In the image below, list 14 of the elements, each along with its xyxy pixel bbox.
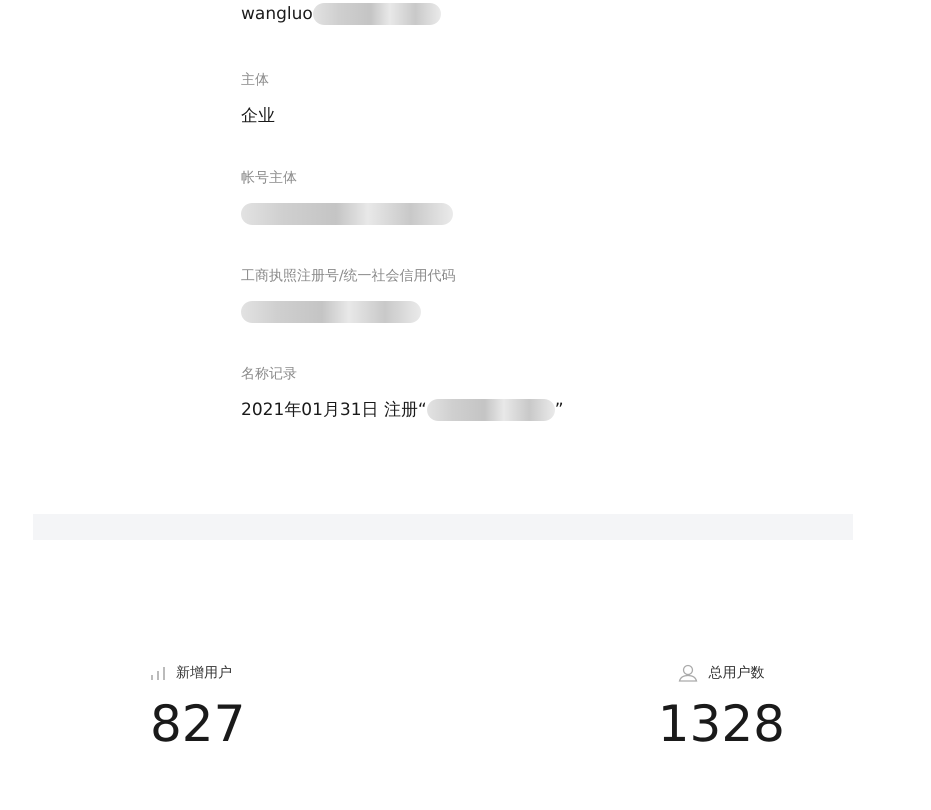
user-icon: [678, 664, 698, 682]
stat-label: 新增用户: [176, 664, 232, 682]
field-value: 2021年01月31日 注册“: [241, 399, 427, 422]
stat-label: 总用户数: [708, 664, 764, 682]
stat-value: 827: [150, 696, 246, 752]
field-label: 主体: [241, 71, 270, 90]
field-label: 工商执照注册号/统一社会信用代码: [241, 267, 457, 286]
field-value: wangluo: [241, 3, 313, 26]
stat-value: 1328: [658, 696, 785, 752]
field-value: 企业: [241, 105, 275, 128]
field-label: 帐号主体: [241, 169, 298, 188]
field-label: 名称记录: [241, 365, 298, 384]
field-value: ”: [554, 399, 564, 422]
bar-chart-icon: [150, 666, 166, 680]
